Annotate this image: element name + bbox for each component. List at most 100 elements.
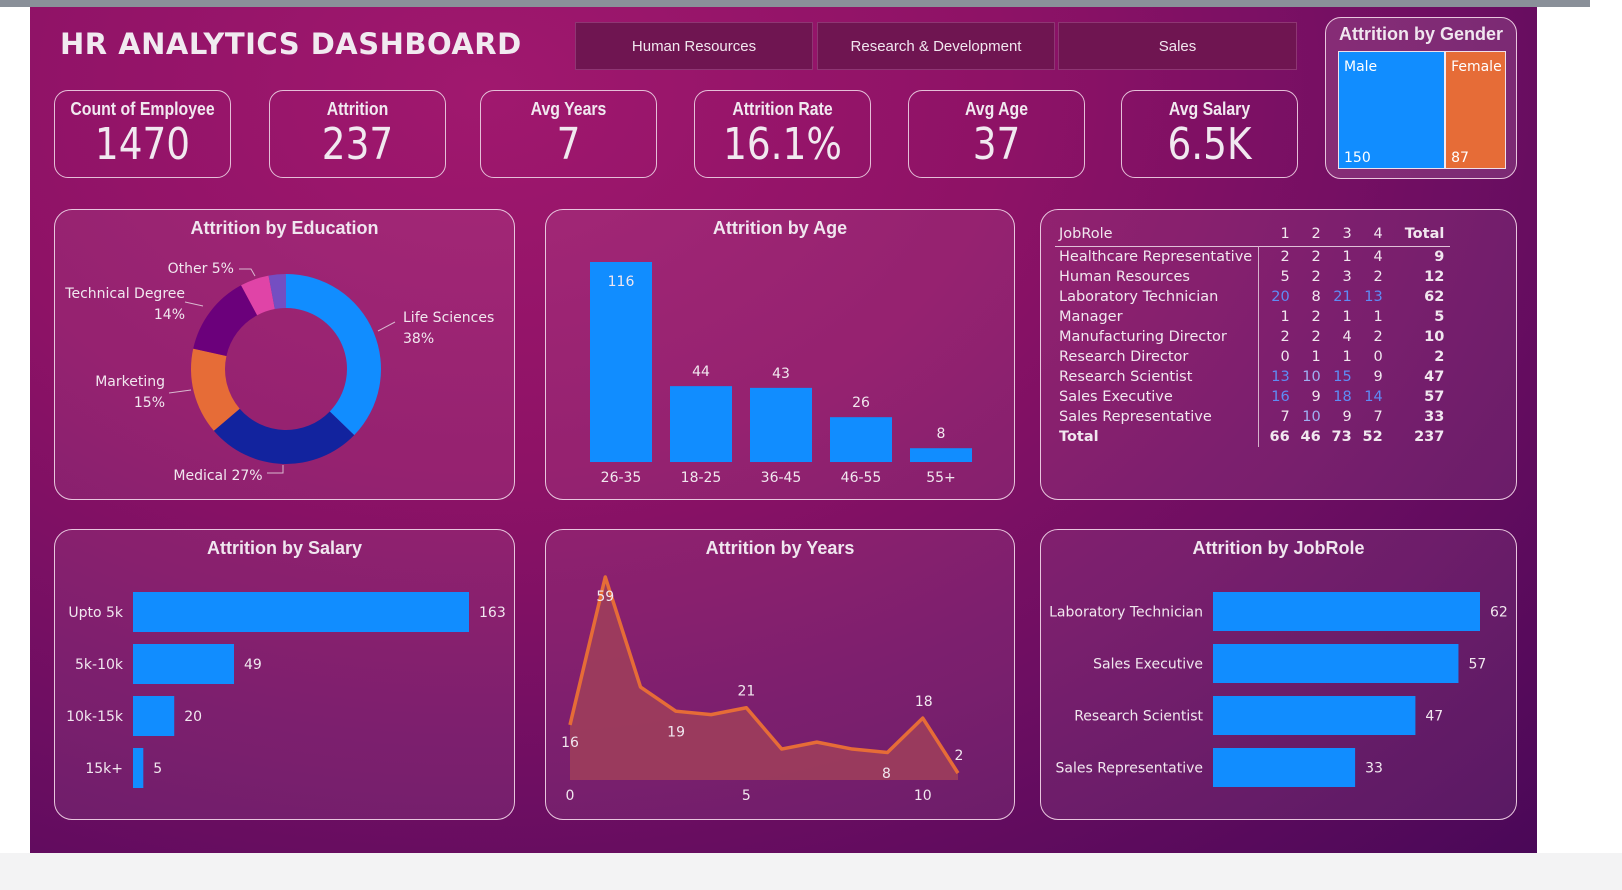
- slicer-research-development[interactable]: Research & Development: [817, 22, 1055, 70]
- kpi-value: 1470: [94, 119, 191, 170]
- matrix-cell: 2: [1280, 328, 1290, 345]
- jobrole-matrix-card: JobRole 1 2 3 4 Total Healthcare Representati…: [1040, 209, 1517, 500]
- attrition-by-age-card: Attrition by Age 116 26-35 44 18-25 43 36-45 2…: [545, 209, 1015, 500]
- matrix-cell: 2: [1311, 248, 1321, 265]
- bar-jobrole: [1213, 748, 1356, 787]
- matrix-cell: 52: [1362, 428, 1383, 445]
- kpi-label: Count of Employee: [70, 99, 215, 119]
- slice-percent: 14%: [154, 307, 185, 323]
- slicer-human-resources[interactable]: Human Resources: [575, 22, 813, 70]
- card-title: Attrition by Gender: [1338, 24, 1503, 44]
- data-label: 2: [955, 748, 964, 764]
- treemap-tile-female[interactable]: Female 87: [1444, 52, 1505, 168]
- matrix-cell: 13: [1271, 368, 1290, 385]
- salary-bar-chart: Upto 5k 163 5k-10k 49 10k-15k 20 15k+ 5: [66, 592, 506, 788]
- bar-age-18-25: [670, 386, 732, 462]
- matrix-cell: 1: [1342, 248, 1352, 265]
- matrix-row: Research Director 0 1 1 0 2: [1055, 346, 1450, 367]
- row-header: Total: [1055, 426, 1260, 447]
- matrix-cell: 73: [1331, 428, 1352, 445]
- leader-line: [184, 301, 204, 307]
- matrix-cell: 1: [1280, 308, 1290, 325]
- matrix-cell: 4: [1342, 328, 1352, 345]
- leader-line: [239, 268, 256, 277]
- matrix-cell: 5: [1280, 268, 1290, 285]
- data-label: 47: [1425, 709, 1443, 725]
- bar-salary-Upto 5k: [133, 592, 469, 632]
- bar-jobrole: [1213, 592, 1480, 631]
- x-tick-label: 5: [742, 788, 751, 804]
- row-total: 10: [1424, 328, 1445, 345]
- row-total: 5: [1434, 308, 1445, 325]
- matrix-cell: 9: [1342, 408, 1352, 425]
- data-label: 49: [244, 657, 262, 673]
- row-header: Manager: [1055, 306, 1260, 327]
- data-label: 21: [737, 684, 755, 700]
- slicer-sales[interactable]: Sales: [1058, 22, 1297, 70]
- data-label: 62: [1490, 605, 1508, 621]
- tile-label: Male: [1344, 59, 1378, 75]
- matrix-row: Sales Representative 7 10 9 7 33: [1055, 406, 1450, 427]
- matrix-cell: 21: [1333, 288, 1352, 305]
- slice-percent: 15%: [134, 395, 165, 411]
- bar-salary-5k-10k: [133, 644, 235, 684]
- bar-age-36-45: [750, 387, 812, 462]
- matrix-row: Healthcare Representative 2 2 1 4 9: [1055, 246, 1450, 267]
- kpi-label: Avg Salary: [1168, 99, 1251, 119]
- kpi-attrition-rate: Attrition Rate 16.1%: [694, 90, 871, 178]
- donut-slice-medical: [213, 408, 355, 464]
- matrix-cell: 13: [1364, 288, 1383, 305]
- kpi-label: Attrition: [326, 99, 389, 119]
- data-label: 44: [692, 364, 710, 380]
- matrix-cell: 14: [1364, 388, 1383, 405]
- jobrole-bar-chart: Laboratory Technician 62 Sales Executive 57…: [1049, 592, 1508, 787]
- matrix-cell: 2: [1373, 268, 1383, 285]
- matrix-row: Human Resources 5 2 3 2 12: [1055, 266, 1450, 287]
- tile-value: 87: [1451, 150, 1469, 166]
- row-total: 2: [1434, 348, 1445, 365]
- bar-jobrole: [1213, 696, 1416, 735]
- matrix-row: Manager 1 2 1 1 5: [1055, 306, 1450, 327]
- data-label: 116: [608, 274, 635, 290]
- kpi-label: Avg Years: [530, 99, 607, 119]
- data-label: 163: [479, 605, 506, 621]
- data-label: 43: [772, 366, 790, 382]
- kpi-avg-salary: Avg Salary 6.5K: [1121, 90, 1298, 178]
- age-bar-chart: 116 26-35 44 18-25 43 36-45 26 46-55 8 55+: [590, 262, 972, 486]
- row-header: Research Director: [1055, 346, 1260, 367]
- matrix-cell: 18: [1333, 388, 1352, 405]
- kpi-value: 237: [321, 119, 394, 170]
- row-header: Research Scientist: [1055, 366, 1260, 387]
- column-header[interactable]: 2: [1290, 222, 1320, 246]
- bar-age-55+: [910, 448, 972, 462]
- education-donut-chart: Life Sciences 38% Medical 27% Marketing 15% T…: [64, 261, 494, 484]
- kpi-avg-years: Avg Years 7: [480, 90, 657, 178]
- column-header[interactable]: 4: [1352, 222, 1382, 246]
- column-header[interactable]: 1: [1259, 222, 1289, 246]
- kpi-value: 16.1%: [723, 119, 842, 170]
- treemap-tile-male[interactable]: Male 150: [1339, 52, 1445, 168]
- matrix-cell: 10: [1302, 408, 1321, 425]
- bar-age-46-55: [830, 417, 892, 462]
- matrix-cell: 66: [1269, 428, 1290, 445]
- column-header[interactable]: 3: [1321, 222, 1351, 246]
- row-header: Manufacturing Director: [1055, 326, 1260, 347]
- matrix-cell: 1: [1311, 348, 1321, 365]
- column-header[interactable]: Total: [1383, 222, 1451, 246]
- attrition-by-years-card: Attrition by Years 16 59 19 21 8 18 2 0 5 10: [545, 529, 1015, 820]
- matrix-cell: 0: [1373, 348, 1383, 365]
- data-label: 8: [937, 426, 946, 442]
- column-header-jobrole[interactable]: JobRole: [1055, 222, 1259, 246]
- attrition-by-gender-card: Attrition by Gender Male 150 Female 87: [1325, 17, 1517, 179]
- matrix-cell: 1: [1342, 308, 1352, 325]
- matrix-cell: 2: [1311, 308, 1321, 325]
- matrix-cell: 2: [1311, 268, 1321, 285]
- donut-slice-life-sciences: [286, 274, 382, 436]
- matrix-cell: 20: [1271, 288, 1290, 305]
- attrition-by-education-card: Attrition by Education Life Sciences 38% M…: [54, 209, 515, 500]
- y-tick-label: 5k-10k: [75, 657, 124, 673]
- slice-label: Other 5%: [168, 261, 234, 277]
- bar-jobrole: [1213, 644, 1459, 683]
- attrition-by-jobrole-card: Attrition by JobRole Laboratory Technici…: [1040, 529, 1517, 820]
- matrix-cell: 10: [1302, 368, 1321, 385]
